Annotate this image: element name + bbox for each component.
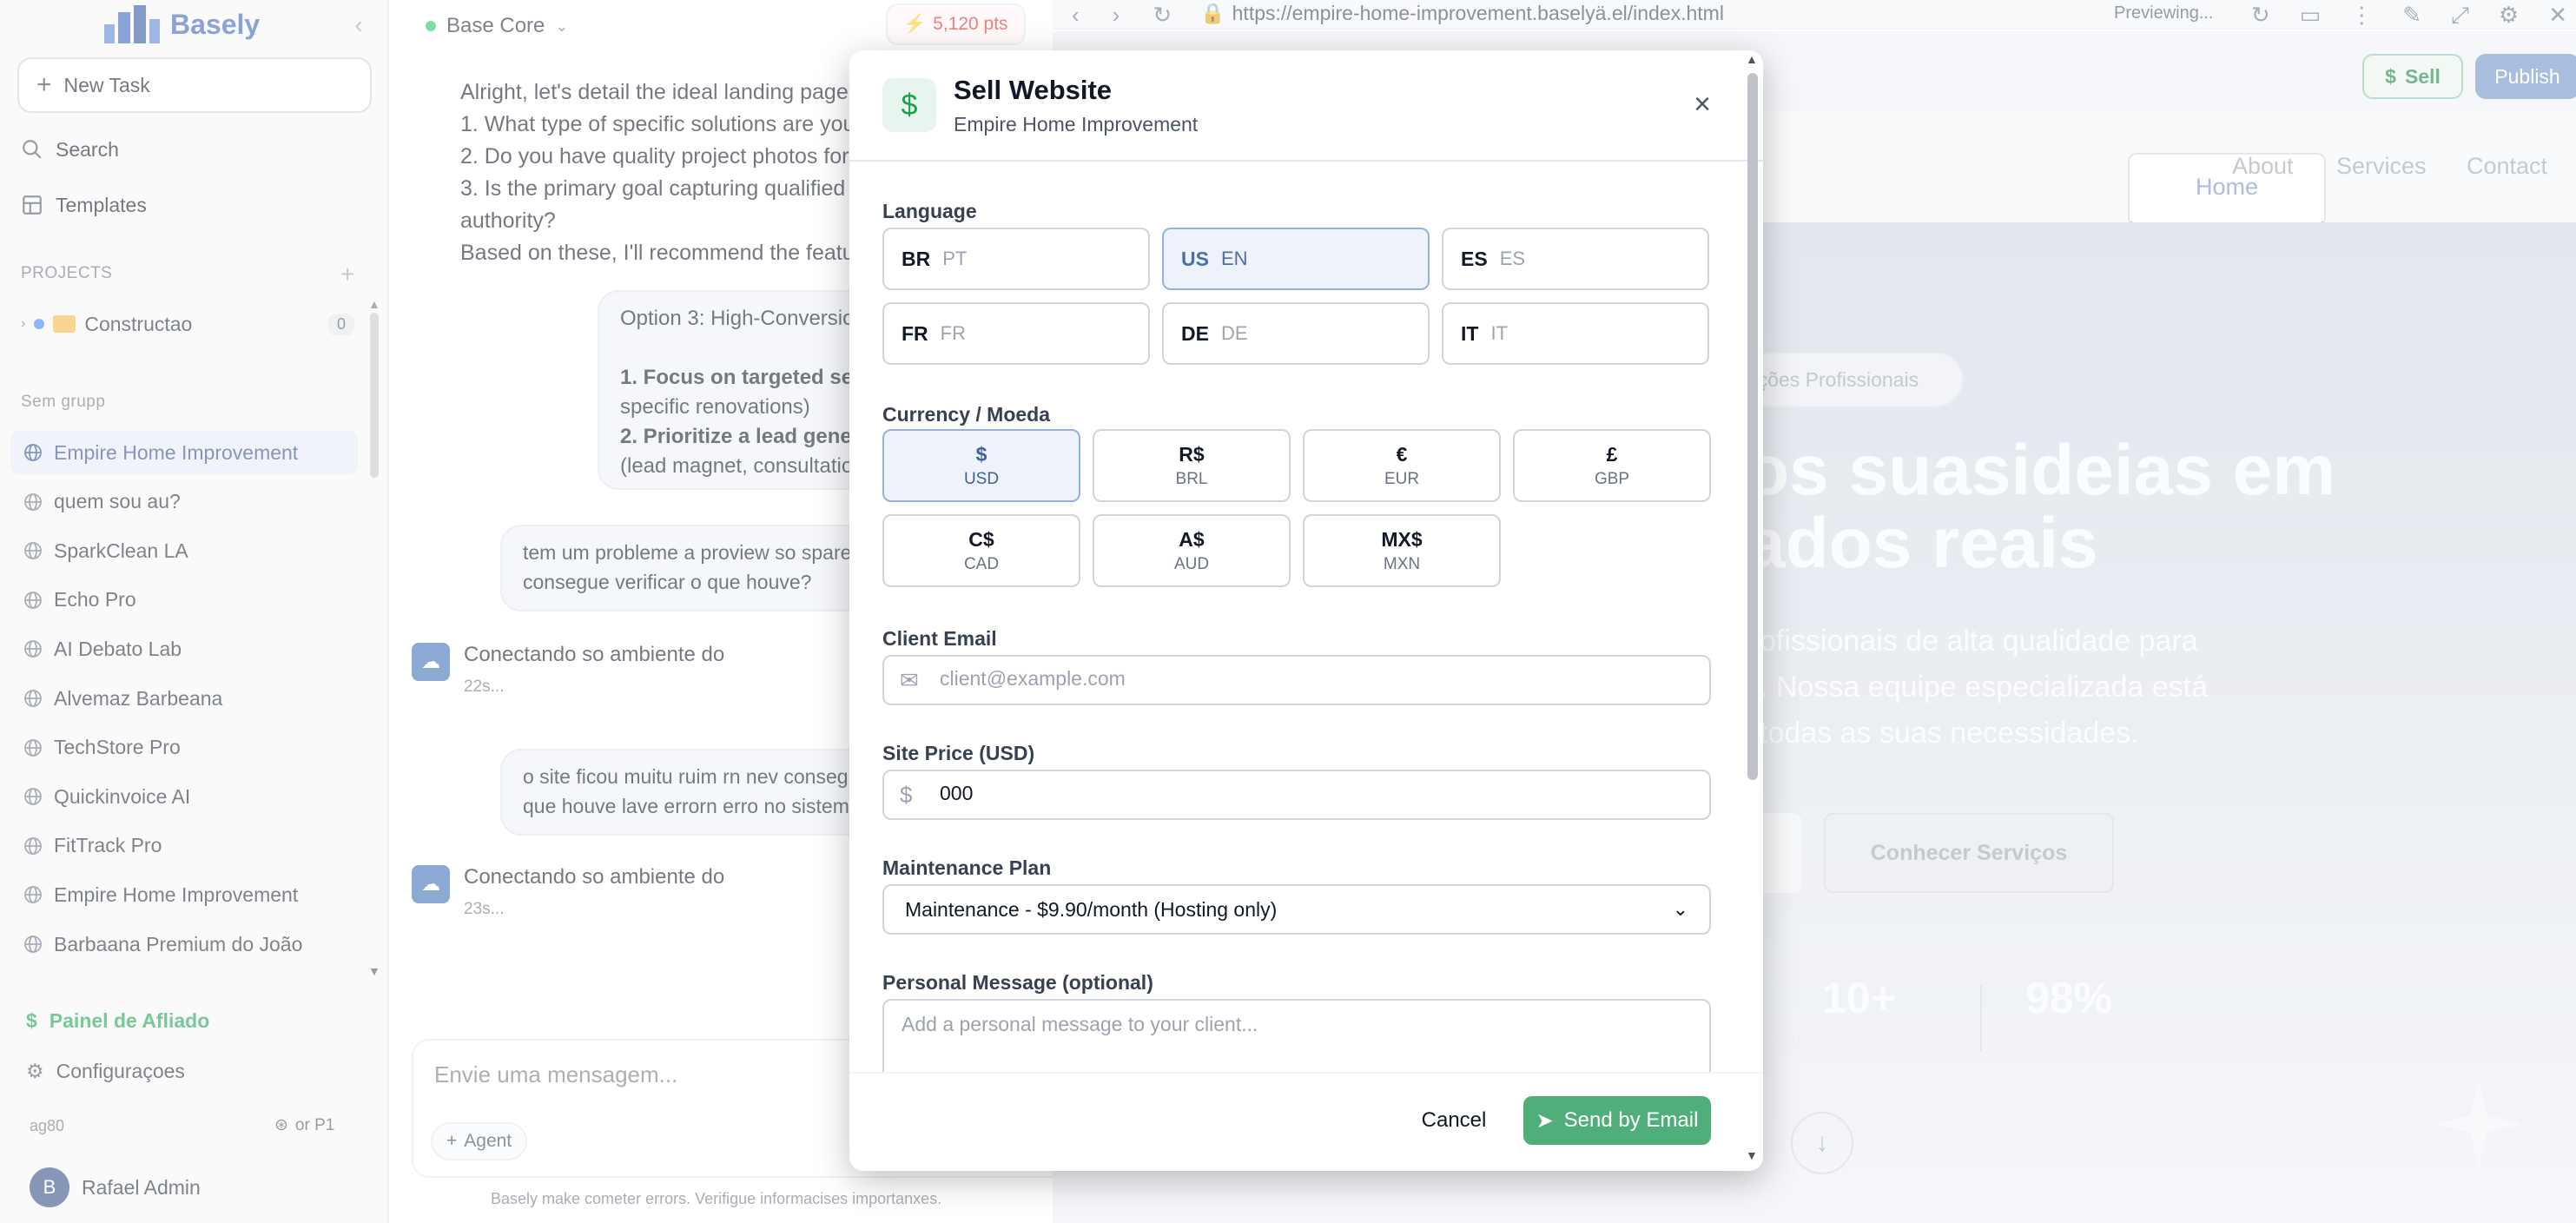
maintenance-plan-value: Maintenance - $9.90/month (Hosting only) [905,897,1278,921]
language-option-de[interactable]: DE DE [1162,302,1430,365]
currency-code: USD [963,469,1000,488]
currency-code: BRL [1175,469,1208,488]
currency-option-brl[interactable]: R$ BRL [1093,429,1291,502]
currency-code: AUD [1173,554,1210,573]
currency-symbol: C$ [968,527,994,551]
currency-label: Currency / Moeda [882,403,1050,426]
currency-code: CAD [963,554,1000,573]
currency-symbol: £ [1606,442,1618,466]
sell-website-modal: $ Sell Website Empire Home Improvement ×… [849,50,1763,1171]
currency-option-aud[interactable]: A$ AUD [1093,514,1291,587]
currency-option-mxn[interactable]: MX$ MXN [1303,514,1501,587]
language-option-fr[interactable]: FR FR [882,302,1150,365]
client-email-label: Client Email [882,627,997,650]
site-price-input[interactable] [940,782,1687,805]
modal-subtitle: Empire Home Improvement [954,113,1199,136]
client-email-input[interactable] [940,667,1687,691]
modal-title: Sell Website [954,75,1113,105]
dollar-icon: $ [900,782,913,808]
language-code: IT [1461,321,1479,345]
language-name: PT [942,248,968,269]
currency-code: GBP [1594,469,1630,488]
currency-code: EUR [1384,469,1420,488]
site-price-field[interactable]: $ [882,770,1711,820]
send-icon: ➤ [1536,1108,1554,1133]
modal-header: $ Sell Website Empire Home Improvement × [849,50,1763,162]
language-code: US [1181,247,1209,270]
mail-icon: ✉ [900,667,919,693]
language-option-en[interactable]: US EN [1162,228,1430,290]
currency-option-usd[interactable]: $ USD [882,429,1080,502]
personal-message-label: Personal Message (optional) [882,971,1153,994]
language-code: FR [902,321,928,345]
language-name: DE [1220,322,1248,344]
language-option-es[interactable]: ES ES [1442,228,1709,290]
language-code: DE [1181,321,1209,345]
language-option-it[interactable]: IT IT [1442,302,1709,365]
language-label: Language [882,200,977,222]
client-email-field[interactable]: ✉ [882,655,1711,705]
cancel-button[interactable]: Cancel [1402,1096,1506,1145]
currency-symbol: A$ [1179,527,1205,551]
maintenance-plan-label: Maintenance Plan [882,856,1052,879]
send-label: Send by Email [1563,1108,1699,1132]
language-option-pt[interactable]: BR PT [882,228,1150,290]
currency-option-eur[interactable]: € EUR [1303,429,1501,502]
language-name: FR [940,322,966,344]
language-name: ES [1499,248,1526,269]
language-code: BR [902,247,931,270]
modal-scroll-thumb[interactable] [1747,73,1758,780]
currency-symbol: € [1396,442,1408,466]
language-name: EN [1220,248,1248,269]
currency-symbol: $ [975,442,987,466]
send-by-email-button[interactable]: ➤ Send by Email [1523,1096,1711,1145]
currency-symbol: R$ [1179,442,1205,466]
modal-scrollbar[interactable]: ▲ ▼ [1746,52,1760,1167]
chevron-down-icon: ⌄ [1672,898,1688,920]
currency-option-gbp[interactable]: £ GBP [1513,429,1711,502]
currency-option-cad[interactable]: C$ CAD [882,514,1080,587]
modal-footer: Cancel ➤ Send by Email [849,1072,1763,1171]
currency-symbol: MX$ [1381,527,1423,551]
language-name: IT [1490,322,1509,344]
language-code: ES [1461,247,1488,270]
site-price-label: Site Price (USD) [882,742,1035,764]
currency-code: MXN [1383,554,1421,573]
maintenance-plan-select[interactable]: Maintenance - $9.90/month (Hosting only)… [882,884,1711,935]
close-icon[interactable]: × [1685,87,1720,122]
dollar-icon: $ [882,78,936,132]
